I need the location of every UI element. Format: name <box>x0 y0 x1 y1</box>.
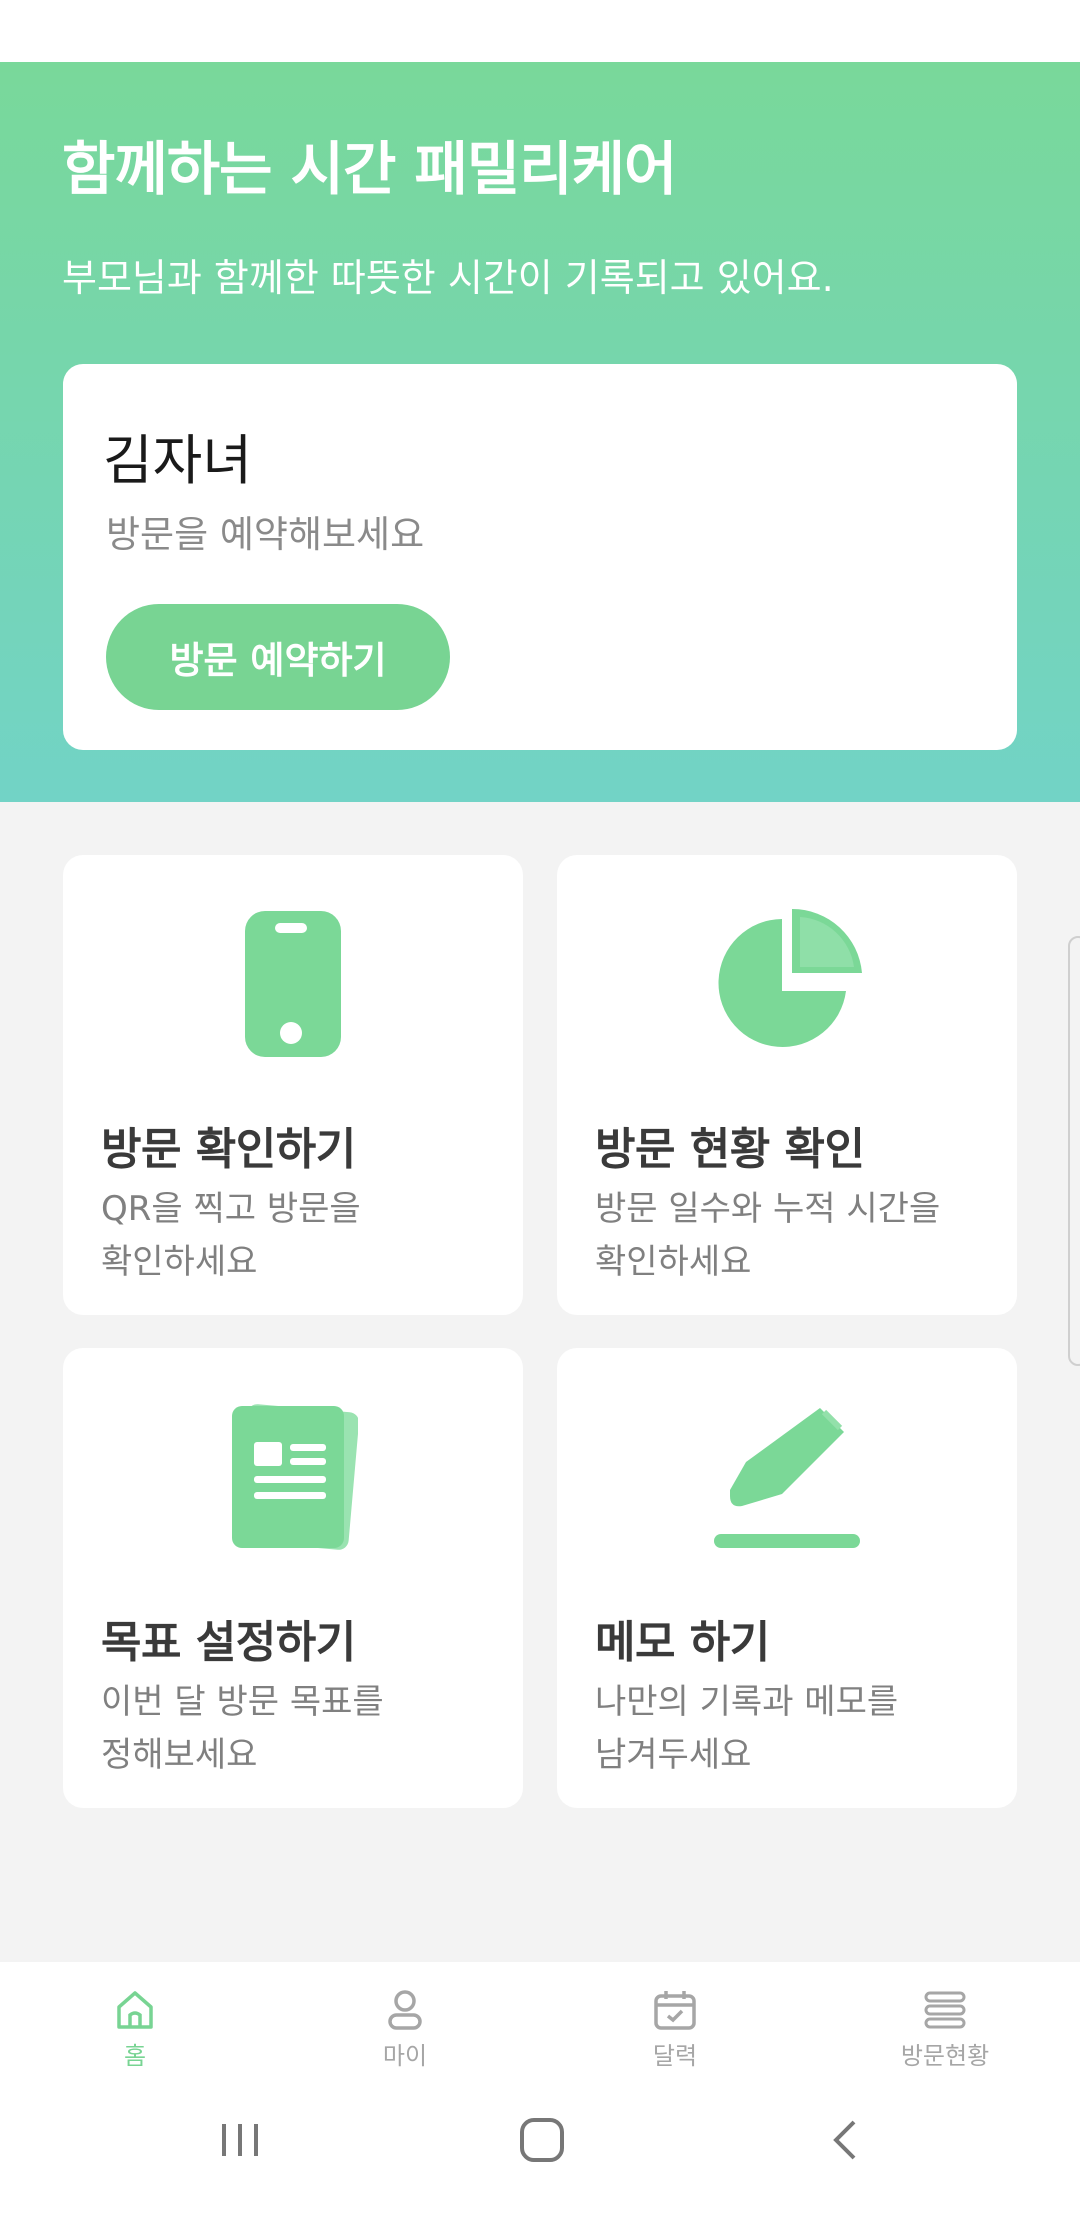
home-circle-icon[interactable] <box>518 2116 566 2168</box>
tile-title: 방문 현황 확인 <box>595 1124 865 1175</box>
reserve-visit-button[interactable]: 방문 예약하기 <box>106 604 450 710</box>
tile-description: 방문 일수와 누적 시간을 확인하세요 <box>595 1189 941 1282</box>
user-card: 김자녀 방문을 예약해보세요 방문 예약하기 <box>63 364 1017 750</box>
back-icon[interactable] <box>826 2116 866 2168</box>
nav-item-calendar[interactable]: 달력 <box>540 1962 810 2082</box>
user-hint: 방문을 예약해보세요 <box>106 513 425 556</box>
tile-description: 이번 달 방문 목표를 정해보세요 <box>101 1682 384 1775</box>
pie-chart-icon <box>557 909 1017 1059</box>
tile-set-goal[interactable]: 목표 설정하기 이번 달 방문 목표를 정해보세요 <box>63 1348 523 1808</box>
status-bar <box>0 0 1080 62</box>
nav-label-my: 마이 <box>382 2042 428 2070</box>
list-icon <box>923 1986 967 2034</box>
tile-description: 나만의 기록과 메모를 남겨두세요 <box>595 1682 899 1775</box>
edge-panel-handle[interactable] <box>1068 936 1080 1366</box>
tile-visit-check[interactable]: 방문 확인하기 QR을 찍고 방문을 확인하세요 <box>63 855 523 1315</box>
nav-item-my[interactable]: 마이 <box>270 1962 540 2082</box>
nav-item-visit-status[interactable]: 방문현황 <box>810 1962 1080 2082</box>
tile-title: 방문 확인하기 <box>101 1124 356 1175</box>
document-icon <box>63 1402 523 1552</box>
pencil-icon <box>557 1402 1017 1552</box>
home-icon <box>115 1986 155 2034</box>
tile-title: 메모 하기 <box>595 1617 770 1668</box>
tile-visit-status[interactable]: 방문 현황 확인 방문 일수와 누적 시간을 확인하세요 <box>557 855 1017 1315</box>
phone-icon <box>63 909 523 1059</box>
hero-banner: 함께하는 시간 패밀리케어 부모님과 함께한 따뜻한 시간이 기록되고 있어요.… <box>0 62 1080 802</box>
page-title: 함께하는 시간 패밀리케어 <box>62 135 677 203</box>
tile-title: 목표 설정하기 <box>101 1617 356 1668</box>
nav-label-calendar: 달력 <box>652 2042 698 2070</box>
nav-item-home[interactable]: 홈 <box>0 1962 270 2082</box>
hero-subtitle: 부모님과 함께한 따뜻한 시간이 기록되고 있어요. <box>62 256 834 300</box>
nav-label-visit-status: 방문현황 <box>900 2042 990 2070</box>
calendar-icon <box>653 1986 697 2034</box>
person-icon <box>385 1986 425 2034</box>
bottom-navigation: 홈 마이 달력 방문현황 <box>0 1962 1080 2082</box>
tile-description: QR을 찍고 방문을 확인하세요 <box>101 1189 361 1282</box>
recent-apps-icon[interactable] <box>218 2116 262 2168</box>
system-navigation-bar <box>0 2082 1080 2220</box>
nav-label-home: 홈 <box>123 2042 147 2070</box>
tile-memo[interactable]: 메모 하기 나만의 기록과 메모를 남겨두세요 <box>557 1348 1017 1808</box>
user-name: 김자녀 <box>103 429 253 492</box>
